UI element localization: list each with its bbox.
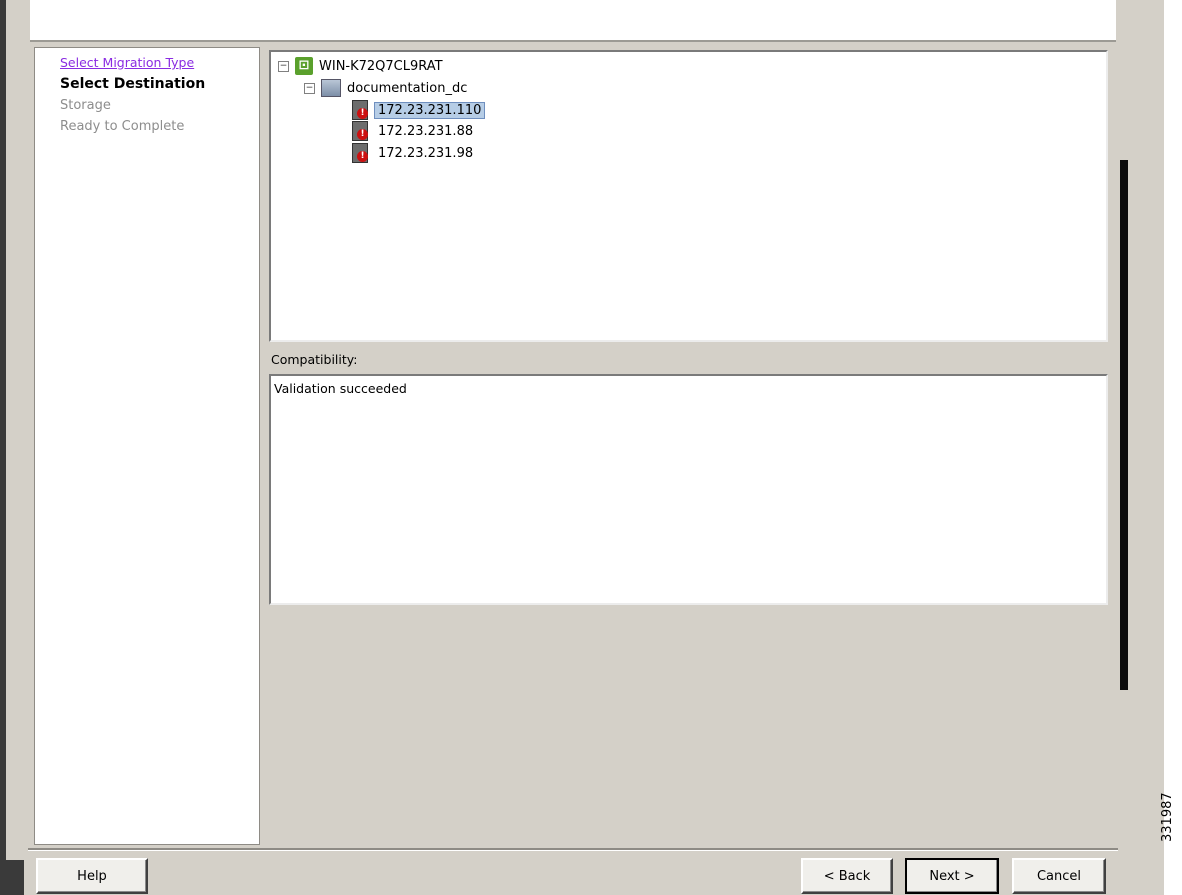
compatibility-message: Validation succeeded xyxy=(274,381,407,396)
vcenter-icon: ⊡ xyxy=(295,57,313,75)
figure-id: 331987 xyxy=(1160,792,1175,842)
back-button[interactable]: < Back xyxy=(801,858,893,894)
wizard-steps-panel: Select Migration Type Select Destination… xyxy=(34,47,260,845)
step-storage: Storage xyxy=(60,98,111,113)
tree-node-label: 172.23.231.110 xyxy=(374,101,486,119)
tree-node-label: 172.23.231.88 xyxy=(378,123,474,139)
step-ready-to-complete: Ready to Complete xyxy=(60,119,185,134)
datacenter-icon xyxy=(321,79,341,97)
tree-node-label: WIN-K72Q7CL9RAT xyxy=(319,58,443,74)
tree-node-host[interactable]: 172.23.231.88 xyxy=(352,121,477,141)
tree-node-host[interactable]: 172.23.231.98 xyxy=(352,143,477,163)
tree-node-label: 172.23.231.98 xyxy=(378,145,474,161)
destination-tree[interactable]: − ⊡ WIN-K72Q7CL9RAT − documentation_dc 1… xyxy=(269,50,1108,342)
tree-node-host[interactable]: 172.23.231.110 xyxy=(352,100,486,120)
help-button[interactable]: Help xyxy=(36,858,148,894)
tree-node-datacenter[interactable]: − documentation_dc xyxy=(304,78,467,98)
host-warning-icon xyxy=(352,143,368,163)
tree-node-label: documentation_dc xyxy=(347,80,468,96)
host-warning-icon xyxy=(352,121,368,141)
tree-node-vcenter[interactable]: − ⊡ WIN-K72Q7CL9RAT xyxy=(278,56,443,76)
step-select-migration-type[interactable]: Select Migration Type xyxy=(60,55,194,70)
background-margin xyxy=(1164,0,1182,895)
next-button[interactable]: Next > xyxy=(905,858,999,894)
background-dark-pane xyxy=(1120,160,1128,690)
host-warning-icon xyxy=(352,100,368,120)
cancel-button[interactable]: Cancel xyxy=(1012,858,1106,894)
step-select-destination: Select Destination xyxy=(60,76,206,92)
wizard-header xyxy=(30,0,1116,42)
compatibility-box: Validation succeeded xyxy=(269,374,1108,605)
collapse-icon[interactable]: − xyxy=(304,82,315,94)
footer-divider xyxy=(28,848,1118,851)
compatibility-label: Compatibility: xyxy=(271,352,358,367)
collapse-icon[interactable]: − xyxy=(278,60,289,72)
